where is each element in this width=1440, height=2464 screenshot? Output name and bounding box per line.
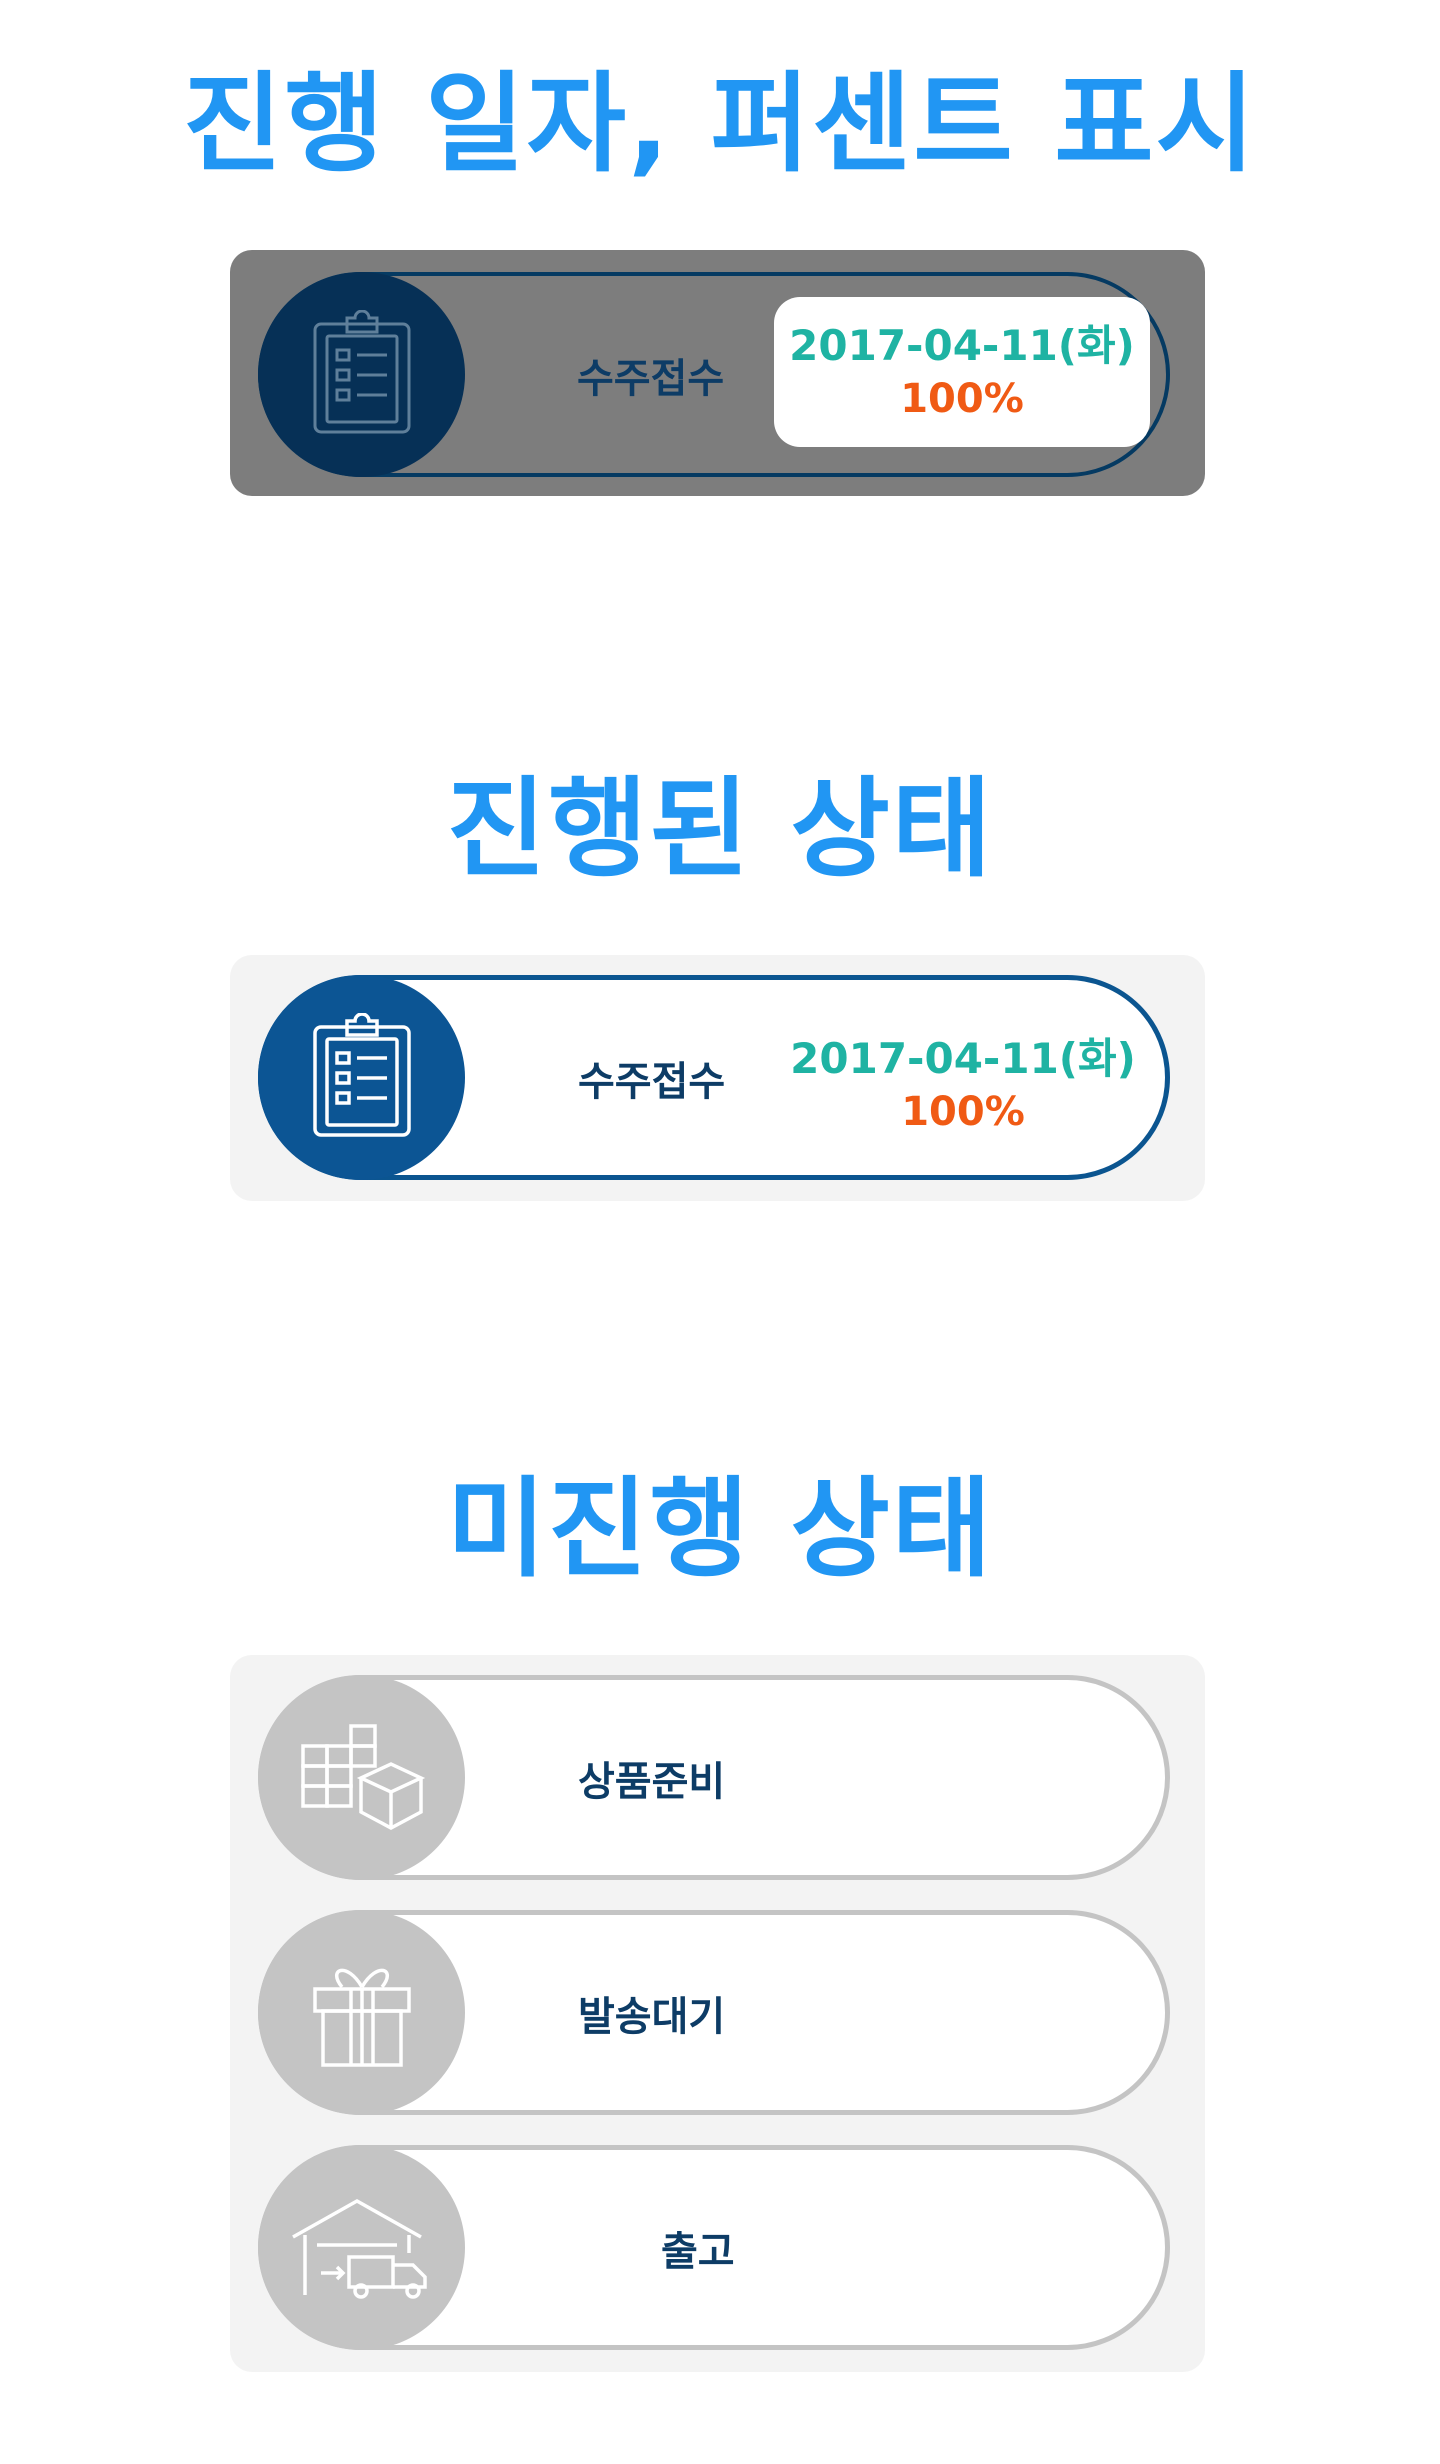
section-heading-pending: 미진행 상태	[446, 1467, 994, 1592]
boxes-icon	[297, 1716, 427, 1840]
stage-label: 수주접수	[577, 355, 725, 402]
progress-info-box: 2017-04-11(화) 100%	[774, 297, 1150, 447]
progress-info-box: 2017-04-11(화) 100%	[775, 1010, 1151, 1160]
progress-date: 2017-04-11(화)	[790, 1034, 1136, 1083]
progress-panel-pending: 상품준비 발송대기 출고	[230, 1655, 1205, 2372]
gift-icon	[307, 1951, 417, 2075]
stage-icon-circle	[258, 2145, 465, 2350]
warehouse-truck-icon	[287, 2191, 437, 2305]
clipboard-icon	[307, 1011, 417, 1143]
stage-icon-circle	[258, 1910, 465, 2115]
progress-panel-done: 수주접수 2017-04-11(화) 100%	[230, 955, 1205, 1201]
progress-percent: 100%	[901, 1089, 1025, 1135]
progress-date: 2017-04-11(화)	[789, 321, 1135, 370]
stage-pill-awaiting-shipment[interactable]: 발송대기	[258, 1910, 1170, 2115]
progress-percent: 100%	[900, 376, 1024, 422]
stage-label: 출고	[661, 2228, 735, 2275]
stage-icon-circle	[258, 975, 465, 1180]
stage-pill-shipped[interactable]: 출고	[258, 2145, 1170, 2350]
stage-icon-circle	[258, 272, 465, 477]
stage-pill-order-received-done[interactable]: 수주접수 2017-04-11(화) 100%	[258, 975, 1170, 1180]
stage-label: 수주접수	[578, 1058, 726, 1105]
clipboard-icon	[307, 309, 417, 440]
stage-pill-product-prep[interactable]: 상품준비	[258, 1675, 1170, 1880]
stage-label: 발송대기	[578, 1993, 726, 2040]
section-heading-progress-date: 진행 일자, 퍼센트 표시	[182, 62, 1258, 187]
stage-label: 상품준비	[578, 1758, 726, 1805]
section-heading-done: 진행된 상태	[446, 767, 994, 892]
progress-panel-hover: 수주접수 2017-04-11(화) 100%	[230, 250, 1205, 496]
stage-icon-circle	[258, 1675, 465, 1880]
stage-pill-order-received-hover[interactable]: 수주접수 2017-04-11(화) 100%	[258, 272, 1170, 477]
